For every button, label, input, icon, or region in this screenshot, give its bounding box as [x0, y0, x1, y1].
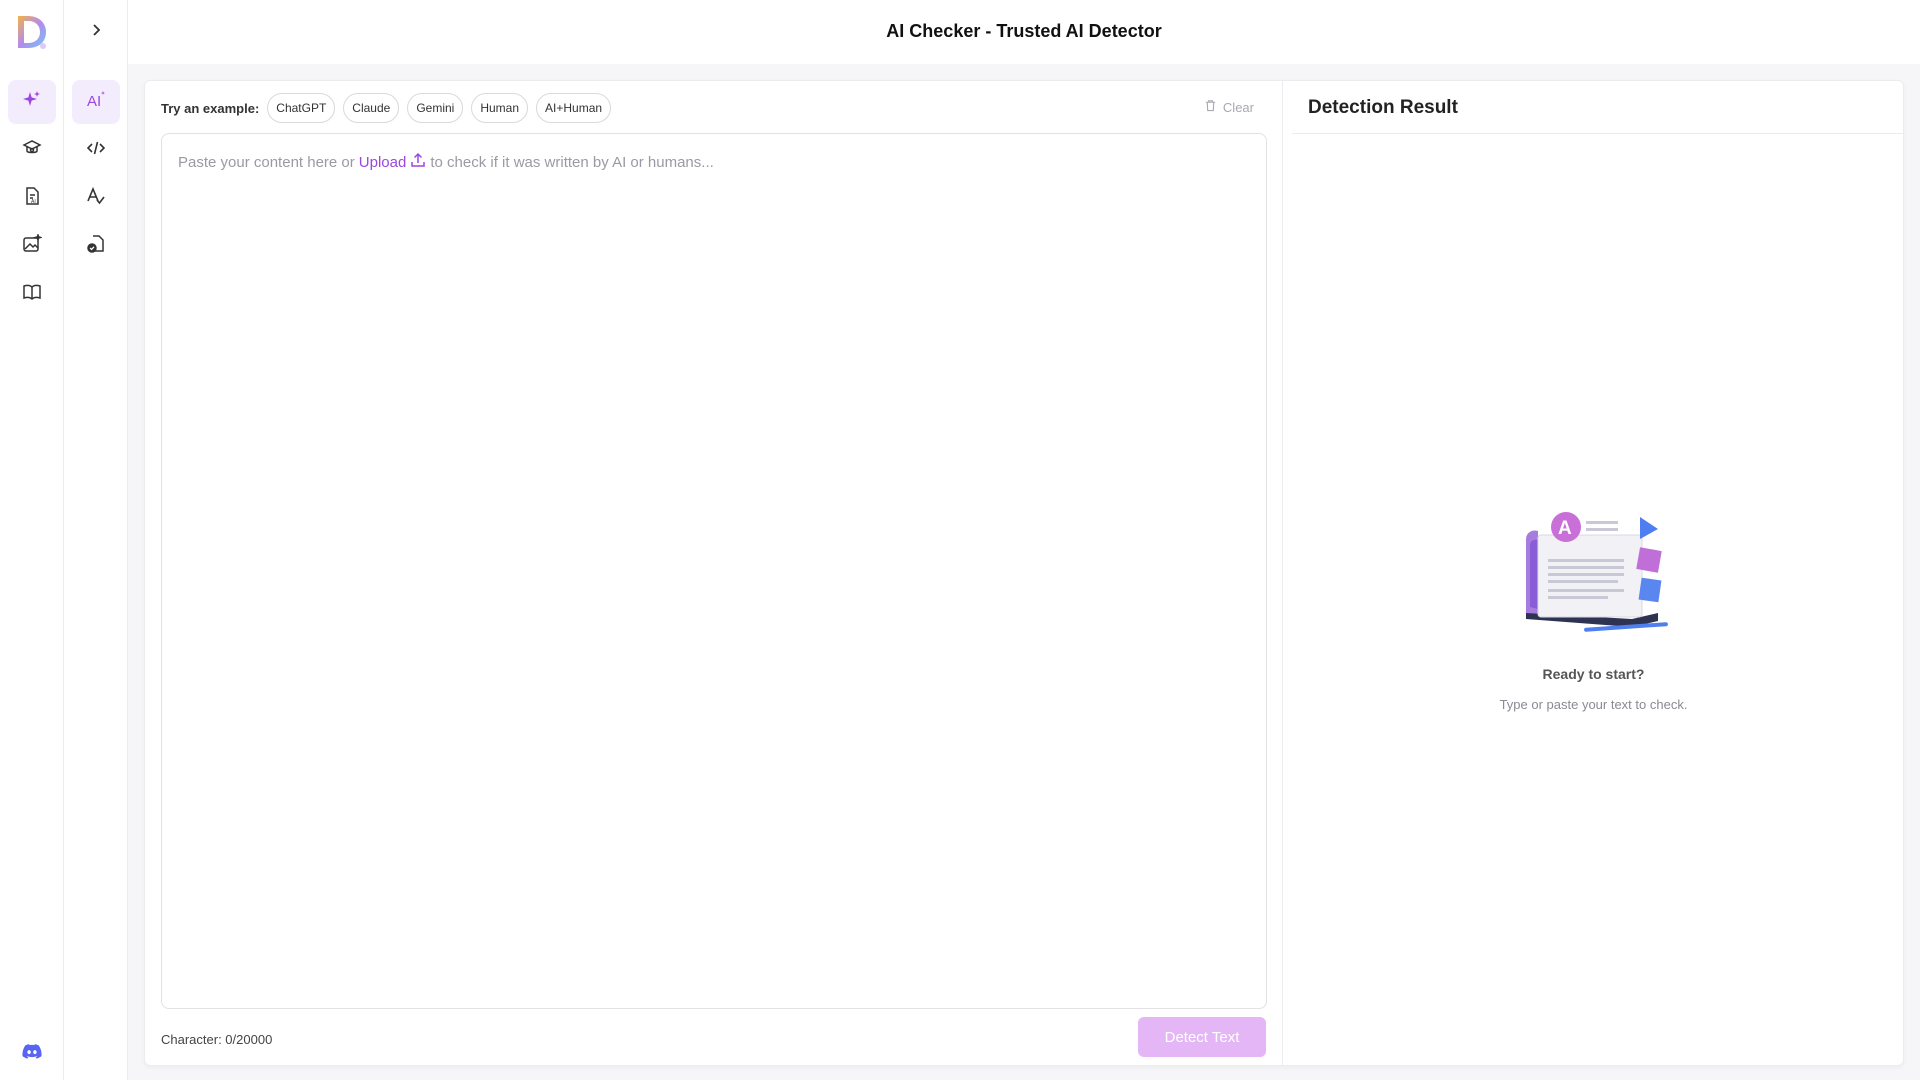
ready-subtitle: Type or paste your text to check. [1499, 697, 1688, 712]
main-card: Try an example: ChatGPT Claude Gemini Hu… [144, 80, 1904, 1066]
primary-rail: AI [0, 0, 64, 1080]
character-count: Character: 0/20000 [161, 1032, 273, 1047]
input-pane: Try an example: ChatGPT Claude Gemini Hu… [145, 81, 1283, 1065]
rail-ai-document[interactable]: AI [8, 176, 56, 220]
expand-sidebar-button[interactable] [72, 10, 120, 54]
app-root: AI AI AI Checker - Trusted AI Detector T… [0, 0, 1920, 1080]
svg-text:A: A [1558, 518, 1572, 539]
graduation-cap-icon [22, 138, 42, 163]
upload-link[interactable]: Upload [359, 152, 427, 172]
result-pane: Detection Result A Ready to start? Type … [1284, 81, 1903, 1065]
page-title: AI Checker - Trusted AI Detector [886, 21, 1162, 41]
placeholder-text-before: Paste your content here or [178, 153, 355, 171]
chevron-right-icon [86, 20, 106, 45]
grammar-icon [86, 186, 106, 211]
clear-label: Clear [1222, 99, 1254, 115]
example-chip-gemini[interactable]: Gemini [407, 93, 464, 123]
sparkles-icon [22, 90, 42, 115]
trash-icon [1204, 99, 1223, 115]
logo[interactable] [14, 12, 50, 52]
secondary-sidebar: AI [64, 0, 128, 1080]
empty-state-illustration: A [1512, 509, 1672, 639]
example-chip-chatgpt[interactable]: ChatGPT [267, 93, 336, 123]
upload-label: Upload [358, 153, 407, 171]
examples-label: Try an example: [161, 100, 260, 116]
example-chip-claude[interactable]: Claude [343, 93, 400, 123]
ai-document-icon: AI [22, 186, 42, 211]
text-input-area[interactable]: Paste your content here or Upload to che… [161, 133, 1267, 1009]
ai-text-icon: AI [86, 90, 106, 115]
result-divider [1292, 133, 1903, 134]
book-icon [22, 282, 42, 307]
ai-image-icon [22, 232, 43, 259]
svg-text:AI: AI [31, 199, 36, 205]
clear-button[interactable]: Clear [1204, 99, 1254, 115]
editor-placeholder: Paste your content here or Upload to che… [178, 152, 714, 172]
rail-ai-image[interactable] [8, 224, 56, 268]
example-row: Try an example: ChatGPT Claude Gemini Hu… [161, 93, 619, 123]
example-chip-human[interactable]: Human [471, 93, 529, 123]
svg-text:AI: AI [87, 93, 101, 110]
top-header: AI Checker - Trusted AI Detector [128, 0, 1920, 64]
subnav-ai-text[interactable]: AI [72, 80, 120, 124]
subnav-code[interactable] [72, 128, 120, 172]
rail-discord[interactable] [8, 1032, 56, 1076]
detect-text-button[interactable]: Detect Text [1138, 1017, 1266, 1057]
rail-library[interactable] [8, 272, 56, 316]
code-icon [86, 138, 106, 163]
ready-title: Ready to start? [1542, 666, 1645, 682]
discord-icon [22, 1042, 42, 1067]
placeholder-text-after: to check if it was written by AI or huma… [430, 153, 714, 171]
result-title: Detection Result [1308, 97, 1458, 118]
rail-ai-detector[interactable] [8, 80, 56, 124]
rail-education[interactable] [8, 128, 56, 172]
example-chip-ai-human[interactable]: AI+Human [536, 93, 612, 123]
upload-icon [406, 152, 426, 172]
subnav-file-check[interactable] [72, 224, 120, 268]
subnav-grammar[interactable] [72, 176, 120, 220]
file-check-icon [86, 234, 106, 259]
